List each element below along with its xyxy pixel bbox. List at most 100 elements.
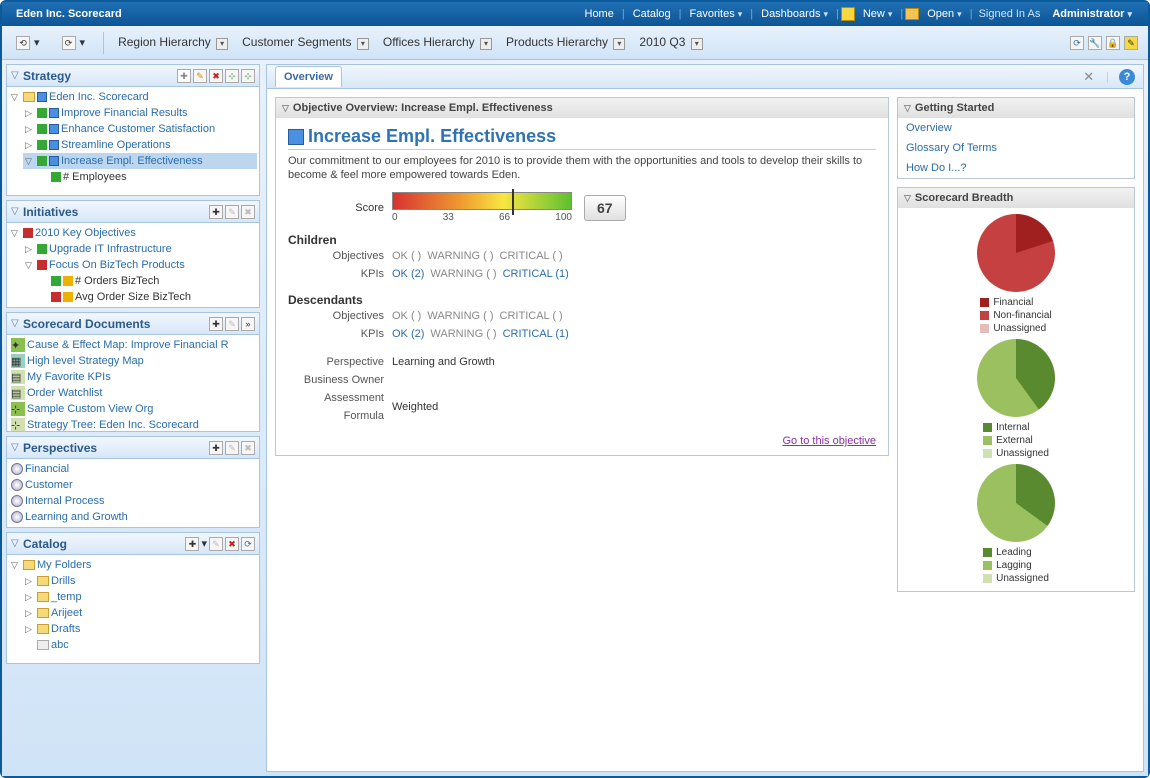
menu-open[interactable]: Open — [921, 4, 967, 24]
menu-new[interactable]: New — [857, 4, 899, 24]
new-icon[interactable]: ✚ — [209, 205, 223, 219]
list-item[interactable]: Customer — [9, 477, 257, 493]
docs-list: ✦Cause & Effect Map: Improve Financial R… — [7, 335, 259, 431]
list-item[interactable]: Financial — [9, 461, 257, 477]
score-value: 67 — [584, 195, 626, 221]
list-item[interactable]: ✦Cause & Effect Map: Improve Financial R — [9, 337, 257, 353]
score-label: Score — [288, 202, 392, 214]
tree-node[interactable]: ▽My Folders — [9, 557, 257, 573]
pencil-icon[interactable]: ✎ — [193, 69, 207, 83]
tree-node[interactable]: ▷Drafts — [23, 621, 257, 637]
collapse-icon[interactable]: ▽ — [11, 70, 23, 81]
pie-chart-internal — [977, 339, 1055, 417]
list-item[interactable]: ▤Order Watchlist — [9, 385, 257, 401]
menu-user[interactable]: Administrator — [1046, 4, 1138, 24]
children-heading: Children — [288, 233, 876, 247]
pencil-icon[interactable]: ✎ — [225, 205, 239, 219]
menu-favorites[interactable]: Favorites — [683, 4, 748, 24]
tree-node[interactable]: # Orders BizTech — [37, 273, 257, 289]
main-area: Overview ✕ | ? Objective Overview: Incre… — [266, 64, 1144, 772]
dim-products[interactable]: Products Hierarchy ▾ — [506, 35, 625, 50]
getting-started-panel: Getting Started Overview Glossary Of Ter… — [897, 97, 1135, 179]
tree-node[interactable]: ▷Drills — [23, 573, 257, 589]
kpi-ok-link[interactable]: OK (2) — [392, 328, 424, 340]
objective-overview-panel: Objective Overview: Increase Empl. Effec… — [275, 97, 889, 456]
tree-icon[interactable]: ⊹ — [225, 69, 239, 83]
initiatives-tree: ▽2010 Key Objectives ▷Upgrade IT Infrast… — [7, 223, 259, 307]
delete-icon[interactable]: ✖ — [241, 205, 255, 219]
list-item[interactable]: ⊹Sample Custom View Org — [9, 401, 257, 417]
delete-icon[interactable]: ✖ — [225, 537, 239, 551]
close-icon[interactable]: ✕ — [1081, 69, 1096, 85]
tree-node[interactable]: ▷_temp — [23, 589, 257, 605]
delete-icon[interactable]: ✖ — [241, 441, 255, 455]
collapse-icon[interactable]: ▽ — [11, 206, 23, 217]
tree-node[interactable]: ▷Arijeet — [23, 605, 257, 621]
gs-link-glossary[interactable]: Glossary Of Terms — [898, 138, 1134, 158]
list-item[interactable]: Internal Process — [9, 493, 257, 509]
dim-region[interactable]: Region Hierarchy ▾ — [118, 35, 228, 50]
tree-node[interactable]: ▽Focus On BizTech Products — [23, 257, 257, 273]
list-item[interactable]: ⊹Strategy Tree: Eden Inc. Scorecard — [9, 417, 257, 431]
pane-title: Perspectives — [23, 441, 209, 455]
side-panel: ▽ Strategy ✚ ✎ ✖ ⊹ ⊹ ▽Eden Inc. Scorecar… — [6, 64, 260, 772]
tree-node[interactable]: Avg Order Size BizTech — [37, 289, 257, 305]
tree2-icon[interactable]: ⊹ — [241, 69, 255, 83]
pencil-icon[interactable]: ✎ — [225, 317, 239, 331]
pane-title: Scorecard Documents — [23, 317, 209, 331]
menu-dashboards[interactable]: Dashboards — [755, 4, 834, 24]
pane-perspectives: ▽Perspectives ✚✎✖ Financial Customer Int… — [6, 436, 260, 528]
tree-node[interactable]: ▷Improve Financial Results — [23, 105, 257, 121]
dim-customer[interactable]: Customer Segments ▾ — [242, 35, 369, 50]
scorecard-breadth-panel: Scorecard Breadth FinancialNon-financial… — [897, 187, 1135, 592]
help-icon[interactable]: ? — [1119, 69, 1135, 85]
objective-title: Increase Empl. Effectiveness — [288, 126, 876, 150]
list-item[interactable]: ▤My Favorite KPIs — [9, 369, 257, 385]
tree-node[interactable]: ▷Enhance Customer Satisfaction — [23, 121, 257, 137]
go-to-objective-link[interactable]: Go to this objective — [288, 435, 876, 447]
refresh-icon[interactable]: ⟳ — [241, 537, 255, 551]
new-icon[interactable]: ✚ — [209, 317, 223, 331]
collapse-icon[interactable]: ▽ — [11, 318, 23, 329]
gs-link-howdoi[interactable]: How Do I...? — [898, 158, 1134, 178]
catalog-tree: ▽My Folders ▷Drills ▷_temp ▷Arijeet ▷Dra… — [7, 555, 259, 655]
refresh-icon[interactable]: ⟳ — [1070, 36, 1084, 50]
list-item[interactable]: ▦High level Strategy Map — [9, 353, 257, 369]
menu-catalog[interactable]: Catalog — [627, 4, 677, 24]
toolbar: ⟲▾ ⟳▾ Region Hierarchy ▾ Customer Segmen… — [2, 26, 1148, 60]
new-icon[interactable]: ✚ — [209, 441, 223, 455]
tree-node[interactable]: ▽Eden Inc. Scorecard — [9, 89, 257, 105]
new-icon[interactable]: ✚ — [177, 69, 191, 83]
edit-icon[interactable]: ✎ — [1124, 36, 1138, 50]
tree-node[interactable]: abc — [23, 637, 257, 653]
app-title: Eden Inc. Scorecard — [2, 8, 136, 20]
kpi-crit-link[interactable]: CRITICAL (1) — [503, 328, 569, 340]
tab-overview[interactable]: Overview — [275, 66, 342, 87]
kpi-ok-link[interactable]: OK (2) — [392, 268, 424, 280]
collapse-icon[interactable]: ▽ — [11, 538, 23, 549]
pane-initiatives: ▽Initiatives ✚✎✖ ▽2010 Key Objectives ▷U… — [6, 200, 260, 308]
dim-period[interactable]: 2010 Q3 ▾ — [639, 35, 702, 50]
menu-home[interactable]: Home — [579, 4, 620, 24]
lock-icon[interactable]: 🔒 — [1106, 36, 1120, 50]
forward-button[interactable]: ⟳▾ — [58, 34, 90, 52]
tree-node[interactable]: ▽2010 Key Objectives — [9, 225, 257, 241]
list-item[interactable]: Learning and Growth — [9, 509, 257, 525]
wrench-icon[interactable]: 🔧 — [1088, 36, 1102, 50]
tree-node[interactable]: ▷Streamline Operations — [23, 137, 257, 153]
tree-node[interactable]: ▷Upgrade IT Infrastructure — [23, 241, 257, 257]
collapse-icon[interactable]: ▽ — [11, 442, 23, 453]
pane-documents: ▽Scorecard Documents ✚✎» ✦Cause & Effect… — [6, 312, 260, 432]
kpi-crit-link[interactable]: CRITICAL (1) — [503, 268, 569, 280]
delete-icon[interactable]: ✖ — [209, 69, 223, 83]
dim-offices[interactable]: Offices Hierarchy ▾ — [383, 35, 492, 50]
tree-node[interactable]: # Employees — [37, 169, 257, 185]
back-button[interactable]: ⟲▾ — [12, 34, 44, 52]
descendants-heading: Descendants — [288, 293, 876, 307]
pencil-icon[interactable]: ✎ — [225, 441, 239, 455]
gs-link-overview[interactable]: Overview — [898, 118, 1134, 138]
pencil-icon[interactable]: ✎ — [209, 537, 223, 551]
tree-node-selected[interactable]: ▽Increase Empl. Effectiveness — [23, 153, 257, 169]
expand-icon[interactable]: » — [241, 317, 255, 331]
new-icon[interactable]: ✚ — [185, 537, 199, 551]
